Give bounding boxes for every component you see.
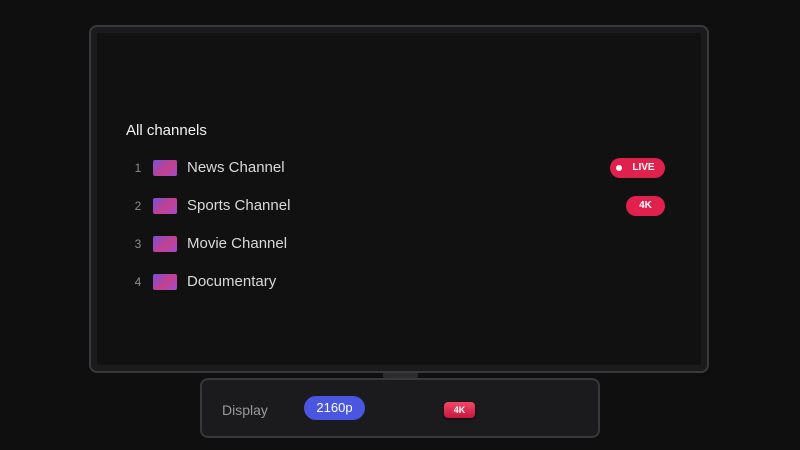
quality-4k-badge: 4K	[444, 402, 475, 418]
channel-name: News Channel	[187, 159, 285, 176]
display-panel: Display 2160p 4K	[200, 378, 600, 438]
tv-screen: All channels 1 News Channel LIVE 2 Sport…	[97, 33, 701, 365]
channel-name: Sports Channel	[187, 197, 291, 214]
channel-number: 2	[134, 199, 142, 213]
channel-number: 1	[134, 161, 142, 175]
channel-number: 4	[134, 275, 142, 289]
channel-list-title: All channels	[126, 122, 207, 139]
live-badge: LIVE	[610, 158, 665, 178]
channel-logo-icon	[153, 274, 177, 290]
4k-badge: 4K	[626, 196, 665, 216]
channel-name: Documentary	[187, 273, 277, 290]
live-badge-label: LIVE	[632, 162, 655, 173]
channel-name: Movie Channel	[187, 235, 288, 252]
channel-logo-icon	[153, 160, 177, 176]
tv-ui: All channels 1 News Channel LIVE 2 Sport…	[0, 0, 800, 450]
channel-logo-icon	[153, 198, 177, 214]
channel-row-sports[interactable]: 2 Sports Channel 4K	[126, 191, 671, 221]
live-dot-icon	[616, 165, 622, 171]
display-label: Display	[222, 402, 268, 418]
channel-row-documentary[interactable]: 4 Documentary	[126, 267, 671, 297]
channel-row-movie[interactable]: 3 Movie Channel	[126, 229, 671, 259]
channel-logo-icon	[153, 236, 177, 252]
channel-row-news[interactable]: 1 News Channel LIVE	[126, 153, 671, 183]
tv-frame: All channels 1 News Channel LIVE 2 Sport…	[89, 25, 709, 373]
resolution-pill[interactable]: 2160p	[304, 396, 365, 420]
channel-number: 3	[134, 237, 142, 251]
